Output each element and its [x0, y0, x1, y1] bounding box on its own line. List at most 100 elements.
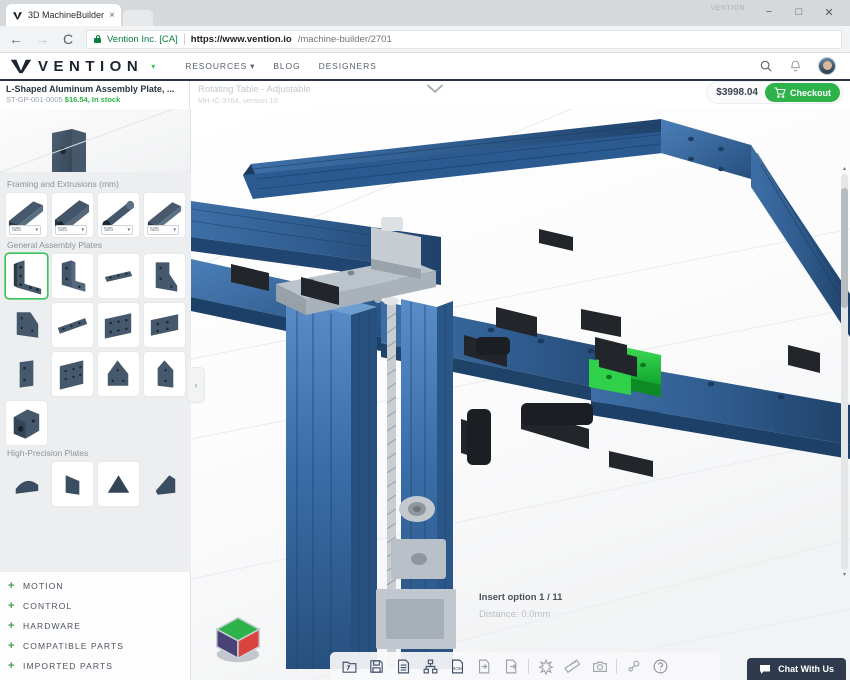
explode-icon[interactable] [532, 654, 559, 678]
bell-icon[interactable] [789, 59, 802, 73]
sidebar-scrollbar[interactable]: ▴ ▾ [841, 174, 848, 570]
tab-close-icon[interactable]: × [109, 10, 115, 21]
part-price: $16.54, [65, 95, 90, 104]
viewport-toolbar: BOM [330, 652, 720, 680]
site-header-actions [759, 57, 840, 75]
svg-text:BOM: BOM [452, 666, 463, 671]
chevron-down-icon: ▾ [81, 227, 84, 233]
export-icon[interactable] [498, 654, 525, 678]
scroll-down-arrow[interactable]: ▾ [841, 570, 848, 580]
forward-button[interactable]: → [34, 31, 50, 47]
vention-logo[interactable]: VENTION ▾ [10, 58, 155, 75]
catalog-item-plate-l-shaped[interactable] [6, 254, 47, 298]
catalog-item-plate-angled-corner[interactable] [144, 254, 185, 298]
section-label: HARDWARE [23, 621, 81, 631]
toolbar-divider [528, 659, 529, 674]
address-bar[interactable]: Vention Inc. [CA] https://www.vention.io… [86, 30, 842, 49]
sidebar-section-motion[interactable]: + MOTION [0, 576, 191, 596]
sidebar-section-control[interactable]: + CONTROL [0, 596, 191, 616]
catalog-item-extrusion-t-slot-light[interactable]: 585▾ [144, 193, 185, 237]
scroll-up-arrow[interactable]: ▴ [841, 164, 848, 174]
catalog-item-hp-plate-triangle[interactable] [98, 462, 139, 506]
window-close-button[interactable]: ✕ [814, 2, 844, 22]
catalog-item-extrusion-t-slot-single[interactable]: 585▾ [6, 193, 47, 237]
assembly-card[interactable]: Rotating Table - Adjustable MH-IC-3764, … [190, 81, 319, 109]
viewport-hint: Insert option 1 / 11 Distance: 0.0mm [479, 592, 562, 620]
brand-wordmark: VENTION [38, 58, 143, 75]
section-label: MOTION [23, 581, 64, 591]
parts-list-icon[interactable] [390, 654, 417, 678]
plus-icon: + [8, 601, 16, 612]
nav-item-designers[interactable]: DESIGNERS [319, 61, 377, 71]
cart-summary: $3998.04 Checkout [707, 82, 842, 103]
catalog-item-hp-plate-curved[interactable] [6, 462, 47, 506]
search-icon[interactable] [759, 59, 773, 73]
new-tab-button[interactable] [123, 10, 153, 26]
sidebar-section-hardware[interactable]: + HARDWARE [0, 616, 191, 636]
catalog-group-label-framing: Framing and Extrusions (mm) [7, 179, 185, 189]
extrusion-length-select[interactable]: 585▾ [147, 225, 179, 235]
sidebar-scrollbar-thumb[interactable] [841, 188, 848, 308]
extrusion-length-select[interactable]: 585▾ [9, 225, 41, 235]
extrusion-length-select[interactable]: 585▾ [101, 225, 133, 235]
view-orientation-cube[interactable] [209, 608, 267, 666]
checkout-button[interactable]: Checkout [765, 83, 840, 102]
screenshot-icon[interactable] [586, 654, 613, 678]
bom-icon[interactable]: BOM [444, 654, 471, 678]
catalog-item-plate-small-rect[interactable] [6, 352, 47, 396]
catalog-item-plate-strip-short[interactable] [98, 254, 139, 298]
catalog-item-plate-block-bracket[interactable] [6, 401, 47, 445]
site-nav: RESOURCES▾ BLOG DESIGNERS [185, 61, 377, 72]
catalog-item-plate-square-9hole[interactable] [52, 352, 93, 396]
sidebar-section-compatible-parts[interactable]: + COMPATIBLE PARTS [0, 636, 191, 656]
shopping-cart-icon [774, 87, 786, 98]
open-project-icon[interactable] [336, 654, 363, 678]
toolbar-divider [616, 659, 617, 674]
measure-icon[interactable] [559, 654, 586, 678]
catalog-item-hp-plate-angled[interactable] [52, 462, 93, 506]
browser-tabstrip: 3D MachineBuilder × VENTION − □ ✕ [0, 0, 850, 26]
sidebar-collapse-handle[interactable]: ‹ [188, 368, 204, 402]
nav-item-resources[interactable]: RESOURCES▾ [185, 61, 255, 72]
extrusion-length-select[interactable]: 585▾ [55, 225, 87, 235]
settings-icon[interactable] [620, 654, 647, 678]
catalog-item-hp-plate-wedge[interactable] [144, 462, 185, 506]
catalog-item-extrusion-t-slot-double[interactable]: 585▾ [52, 193, 93, 237]
back-button[interactable]: ← [8, 31, 24, 47]
3d-viewport[interactable]: Insert option 1 / 11 Distance: 0.0mm [191, 109, 850, 680]
chat-with-us-button[interactable]: Chat With Us [747, 658, 846, 680]
import-icon[interactable] [471, 654, 498, 678]
chevron-down-icon: ▾ [250, 61, 255, 72]
window-controls: − □ ✕ [754, 2, 844, 22]
section-label: COMPATIBLE PARTS [23, 641, 124, 651]
catalog-item-plate-strip-long[interactable] [52, 303, 93, 347]
catalog-item-plate-pentagon[interactable] [144, 352, 185, 396]
save-icon[interactable] [363, 654, 390, 678]
parts-catalog[interactable]: Framing and Extrusions (mm) 585▾ 585▾ 58… [0, 172, 191, 572]
selected-part-meta: ST-GP-001-0005 $16.54, In stock [6, 95, 183, 104]
nav-item-blog[interactable]: BLOG [273, 61, 300, 71]
catalog-item-plate-trapezoid[interactable] [98, 352, 139, 396]
help-icon[interactable] [647, 654, 674, 678]
window-maximize-button[interactable]: □ [784, 2, 814, 22]
part-sku: ST-GP-001-0005 [6, 95, 63, 104]
site-header: VENTION ▾ RESOURCES▾ BLOG DESIGNERS [0, 53, 850, 81]
avatar[interactable] [818, 57, 836, 75]
window-minimize-button[interactable]: − [754, 2, 784, 22]
catalog-item-plate-bevel-corner[interactable] [6, 303, 47, 347]
catalog-item-plate-rect-wide[interactable] [144, 303, 185, 347]
url-domain: https://www.vention.io [191, 34, 292, 45]
assembly-tree-icon[interactable] [417, 654, 444, 678]
sidebar-section-imported-parts[interactable]: + IMPORTED PARTS [0, 656, 191, 676]
chevron-down-icon[interactable]: ▾ [151, 62, 155, 71]
part-stock-status: In stock [92, 95, 120, 104]
browser-tab[interactable]: 3D MachineBuilder × [6, 4, 121, 26]
selected-part-card[interactable]: L-Shaped Aluminum Assembly Plate, ... ST… [0, 81, 190, 109]
catalog-item-extrusion-tube-round[interactable]: 585▾ [98, 193, 139, 237]
catalog-item-plate-rect-6hole[interactable] [98, 303, 139, 347]
chevron-down-icon[interactable] [425, 82, 445, 98]
plus-icon: + [8, 661, 16, 672]
reload-button[interactable]: C [60, 31, 76, 47]
catalog-item-plate-l-thick[interactable] [52, 254, 93, 298]
plus-icon: + [8, 641, 16, 652]
